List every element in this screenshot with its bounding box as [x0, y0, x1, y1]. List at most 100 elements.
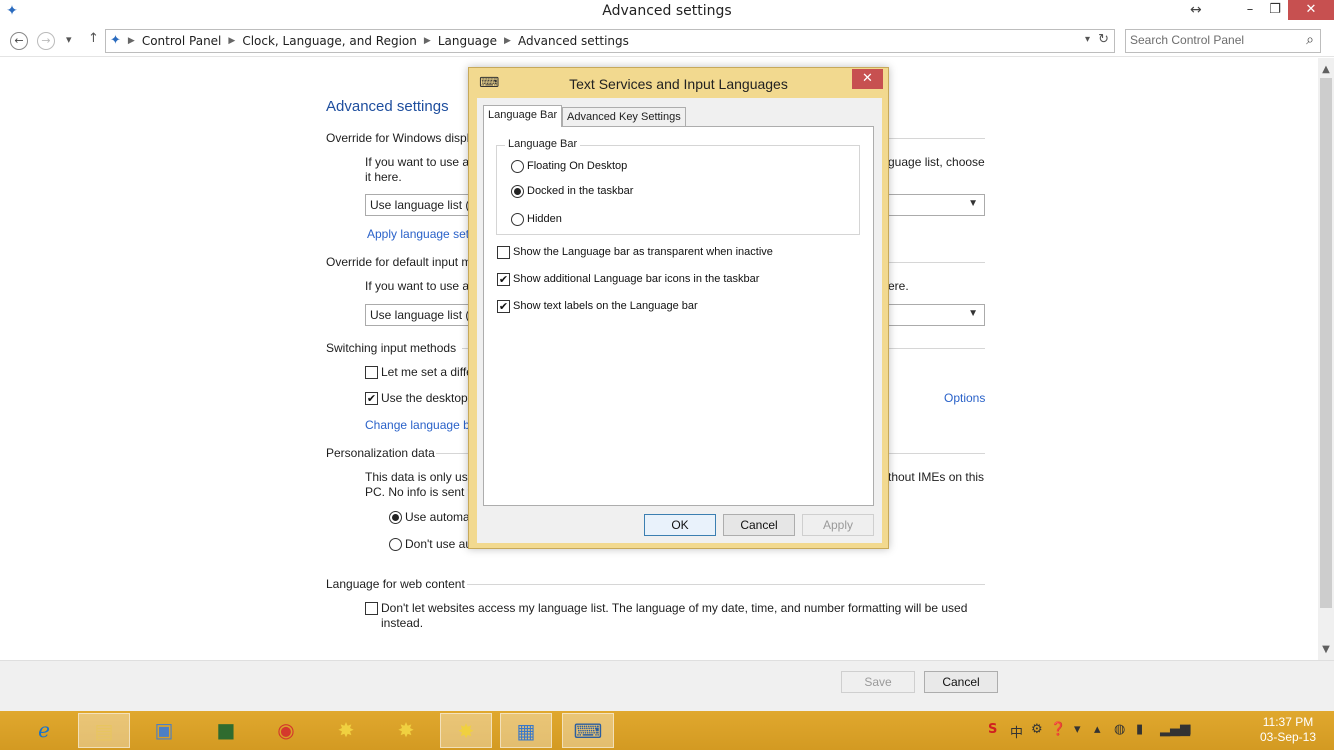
clock-date: 03-Sep-13 — [1259, 730, 1317, 744]
radio-label: Docked in the taskbar — [527, 185, 634, 197]
checkbox-label: Show the Language bar as transparent whe… — [513, 246, 773, 258]
volume-icon[interactable]: ◖ — [1185, 722, 1192, 737]
dont-use-autolearning-radio[interactable] — [389, 538, 402, 551]
chevron-right-icon[interactable]: ▶ — [228, 36, 235, 46]
evernote-icon[interactable]: ■ — [200, 713, 252, 748]
network-status-icon[interactable]: ◍ — [1114, 722, 1125, 737]
forward-button[interactable]: → — [37, 32, 55, 50]
breadcrumb-language[interactable]: Language — [438, 34, 497, 48]
resize-icon[interactable]: ↔ — [1190, 2, 1202, 18]
transparent-when-inactive-checkbox[interactable] — [497, 246, 510, 259]
tab-advanced-key-settings[interactable]: Advanced Key Settings — [562, 107, 686, 127]
address-dropdown-icon[interactable]: ▾ — [1085, 34, 1090, 45]
ok-button[interactable]: OK — [644, 514, 716, 536]
dialog-cancel-button[interactable]: Cancel — [723, 514, 795, 536]
select-value: Use language list (r — [370, 198, 474, 212]
window-title: Advanced settings — [602, 3, 732, 19]
cancel-button[interactable]: Cancel — [924, 671, 998, 693]
checkbox-label: Show text labels on the Language bar — [513, 300, 698, 312]
floating-on-desktop-radio[interactable] — [511, 160, 524, 173]
scroll-down-icon[interactable]: ▼ — [1318, 642, 1334, 658]
apply-button[interactable]: Apply — [802, 514, 874, 536]
scroll-up-icon[interactable]: ▲ — [1318, 62, 1334, 78]
close-button[interactable]: ✕ — [1288, 0, 1334, 20]
control-panel-icon: ✦ — [110, 33, 121, 48]
puzzle-app-icon[interactable]: ✸ — [320, 713, 372, 748]
section-title-display-language: Override for Windows displ — [326, 131, 470, 145]
footer-bar: Save Cancel — [0, 660, 1334, 711]
search-input[interactable] — [1130, 33, 1290, 47]
maximize-button[interactable]: ❐ — [1262, 0, 1288, 20]
tab-panel: Language Bar Floating On Desktop Docked … — [483, 126, 874, 506]
refresh-icon[interactable]: ↻ — [1098, 32, 1109, 47]
dialog-client-area: Language Bar Advanced Key Settings Langu… — [477, 98, 882, 543]
section-text: This data is only use — [365, 470, 475, 484]
web-language-list-checkbox[interactable] — [365, 602, 378, 615]
vertical-scrollbar[interactable]: ▲ ▼ — [1318, 58, 1334, 660]
chrome-icon[interactable]: ◉ — [260, 713, 312, 748]
section-title-web-content: Language for web content — [326, 577, 465, 591]
text-services-dialog: ⌨ Text Services and Input Languages ✕ La… — [468, 67, 889, 549]
section-text: If you want to use a — [365, 279, 470, 293]
text-labels-checkbox[interactable]: ✔ — [497, 300, 510, 313]
checkbox-label: Don't let websites access my language li… — [381, 601, 968, 615]
checkbox-label-continued: instead. — [381, 616, 424, 630]
puzzle-app-2-icon[interactable]: ✸ — [380, 713, 432, 748]
chevron-right-icon[interactable]: ▶ — [128, 36, 135, 46]
remote-desktop-icon[interactable]: ▦ — [500, 713, 552, 748]
puzzle-app-3-icon[interactable]: ✸ — [440, 713, 492, 748]
contacts-app-icon[interactable]: ▣ — [138, 713, 190, 748]
wrench-icon[interactable]: ⚙ — [1031, 722, 1043, 737]
chevron-right-icon[interactable]: ▶ — [504, 36, 511, 46]
section-text: thout IMEs on this — [888, 470, 985, 484]
clock-time: 11:37 PM — [1262, 715, 1314, 729]
change-language-bar-hotkeys-link[interactable]: Change language ba — [365, 418, 476, 432]
search-icon[interactable]: ⌕ — [1306, 32, 1314, 48]
address-bar[interactable]: ✦ ▶ Control Panel ▶ Clock, Language, and… — [105, 29, 1115, 53]
apply-language-settings-link[interactable]: Apply language sett — [367, 227, 472, 241]
checkbox-label: Show additional Language bar icons in th… — [513, 273, 760, 285]
help-icon[interactable]: ❓ — [1050, 722, 1066, 737]
dialog-title: Text Services and Input Languages — [569, 76, 788, 92]
dialog-close-button[interactable]: ✕ — [852, 69, 883, 89]
chevron-right-icon[interactable]: ▶ — [424, 36, 431, 46]
title-bar: ✦ Advanced settings ↔ – ❐ ✕ — [0, 0, 1334, 25]
minimize-button[interactable]: – — [1237, 0, 1263, 20]
chinese-input-icon[interactable]: 中 — [1010, 722, 1023, 741]
tab-language-bar[interactable]: Language Bar — [483, 105, 563, 127]
navigation-bar: ← → ▾ ↑ ✦ ▶ Control Panel ▶ Clock, Langu… — [0, 25, 1334, 57]
recent-locations-button[interactable]: ▾ — [66, 33, 72, 46]
power-icon[interactable]: ▮ — [1136, 722, 1143, 737]
language-bar-keyboard-icon[interactable]: ⌨ — [562, 713, 614, 748]
system-clock[interactable]: 11:37 PM 03-Sep-13 — [1248, 715, 1328, 745]
chevron-down-icon: ▼ — [968, 198, 978, 209]
docked-in-taskbar-radio[interactable] — [511, 185, 524, 198]
per-app-input-checkbox[interactable] — [365, 366, 378, 379]
show-hidden-icons-icon[interactable]: ▴ — [1094, 722, 1101, 737]
section-title-personalization: Personalization data — [326, 446, 435, 460]
section-title-switching-input: Switching input methods — [326, 341, 457, 355]
breadcrumb-advanced-settings[interactable]: Advanced settings — [518, 34, 629, 48]
additional-icons-checkbox[interactable]: ✔ — [497, 273, 510, 286]
language-bar-options-icon[interactable]: ▾ — [1074, 722, 1081, 737]
file-explorer-icon[interactable]: ▤ — [78, 713, 130, 748]
section-text: PC. No info is sent t — [365, 485, 472, 499]
internet-explorer-icon[interactable]: ℯ — [18, 713, 70, 748]
options-link[interactable]: Options — [944, 391, 985, 405]
section-text: If you want to use a — [365, 155, 470, 169]
save-button[interactable]: Save — [841, 671, 915, 693]
breadcrumb-clock-language-region[interactable]: Clock, Language, and Region — [242, 34, 417, 48]
scrollbar-thumb[interactable] — [1320, 78, 1332, 608]
back-button[interactable]: ← — [10, 32, 28, 50]
input-method-s-icon[interactable]: S — [988, 722, 997, 737]
desktop-language-bar-checkbox[interactable]: ✔ — [365, 392, 378, 405]
breadcrumb-control-panel[interactable]: Control Panel — [142, 34, 222, 48]
hidden-radio[interactable] — [511, 213, 524, 226]
taskbar: ℯ ▤ ▣ ■ ◉ ✸ ✸ ✸ ▦ ⌨ S 中 ⚙ ❓ ▾ ▴ ◍ ▮ ▂▄▆ … — [0, 711, 1334, 750]
page-title: Advanced settings — [326, 98, 449, 115]
up-button[interactable]: ↑ — [88, 31, 99, 46]
chevron-down-icon: ▼ — [968, 308, 978, 319]
search-box[interactable]: ⌕ — [1125, 29, 1321, 53]
use-autolearning-radio[interactable] — [389, 511, 402, 524]
radio-label: Don't use au — [405, 537, 473, 551]
